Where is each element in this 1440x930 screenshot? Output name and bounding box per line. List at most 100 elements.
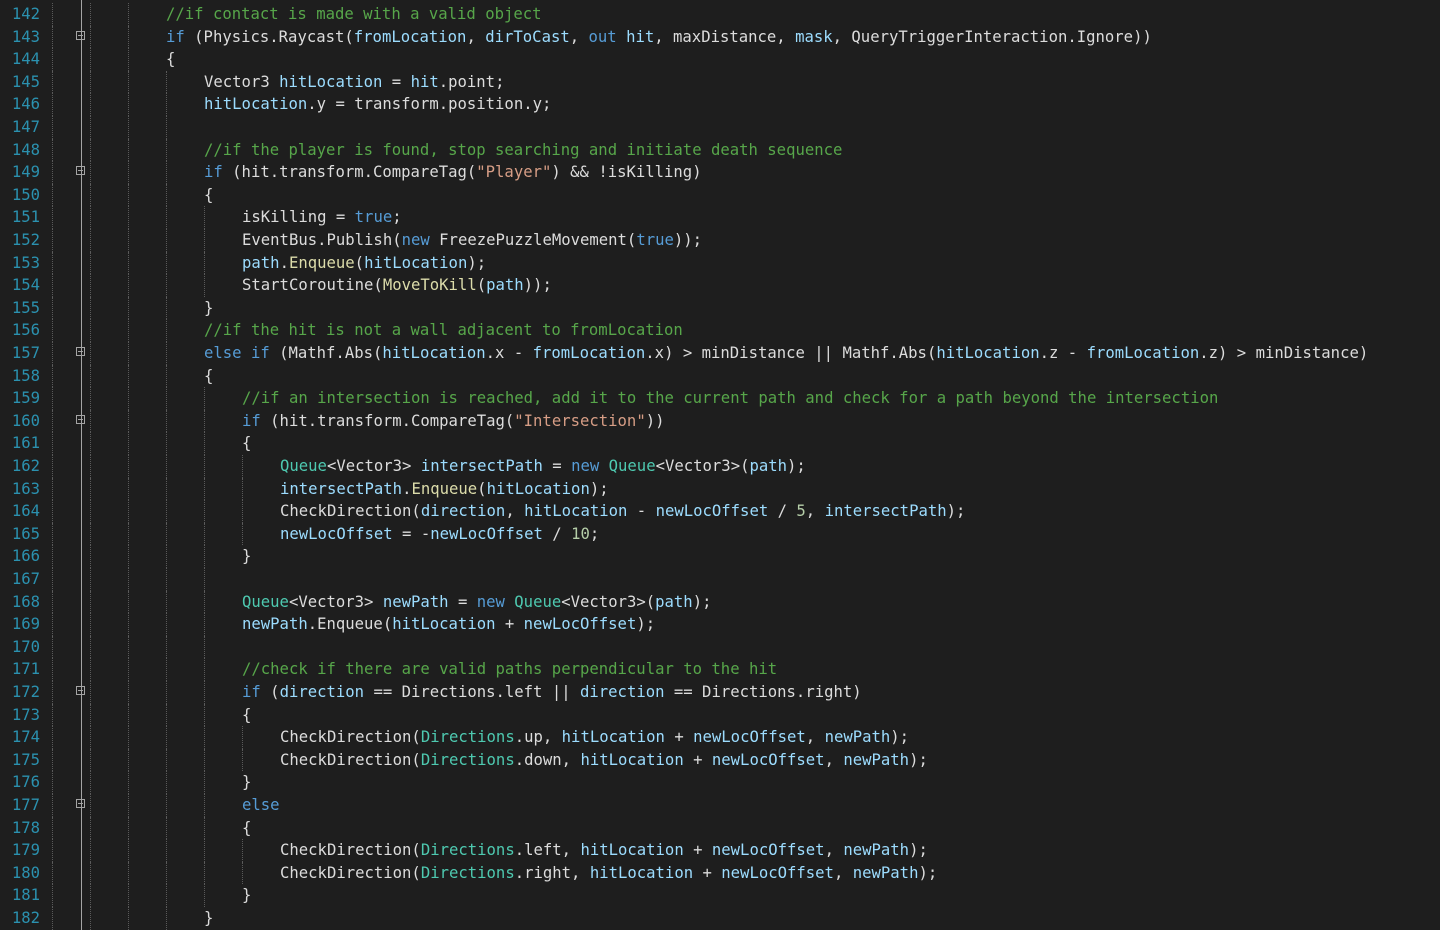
indent-guide <box>166 296 167 320</box>
indent-guide <box>128 477 129 501</box>
indent-guide <box>90 568 91 591</box>
line-number: 177 <box>11 796 40 814</box>
code-line[interactable]: 155} <box>0 296 1440 320</box>
indent-guide <box>128 522 129 546</box>
code-line[interactable]: 149 if (hit.transform.CompareTag("Player"… <box>0 161 1440 184</box>
code-line[interactable]: 163 intersectPath.Enqueue(hitLocation); <box>0 477 1440 501</box>
code-line[interactable]: 164 CheckDirection(direction, hitLocation… <box>0 500 1440 523</box>
code-token: { <box>242 705 252 724</box>
code-line[interactable]: 168 Queue<Vector3> newPath = new Queue<Ve… <box>0 590 1440 614</box>
code-line[interactable]: 172 if (direction == Directions.left || d… <box>0 681 1440 704</box>
code-text: isKilling = true; <box>242 206 402 229</box>
indent-guide <box>52 726 53 749</box>
code-line[interactable]: 159 //if an intersection is reached, add … <box>0 387 1440 410</box>
code-line[interactable]: 179 CheckDirection(Directions.left, hitLo… <box>0 839 1440 862</box>
code-line[interactable]: 175 CheckDirection(Directions.down, hitLo… <box>0 748 1440 772</box>
indent-guide <box>128 568 129 591</box>
code-editor[interactable]: 142 //if contact is made with a valid obj… <box>0 0 1440 930</box>
code-line[interactable]: 174 CheckDirection(Directions.up, hitLoca… <box>0 726 1440 749</box>
code-line[interactable]: 153 path.Enqueue(hitLocation); <box>0 251 1440 275</box>
code-token: 10 <box>571 524 590 543</box>
indent-guide <box>52 635 53 659</box>
indent-guide <box>90 364 91 388</box>
code-line[interactable]: 154 StartCoroutine(MoveToKill(path)); <box>0 274 1440 297</box>
indent-guide <box>90 432 91 455</box>
code-line[interactable]: 181} <box>0 884 1440 907</box>
code-line[interactable]: 152 EventBus.Publish(new FreezePuzzleMove… <box>0 229 1440 252</box>
indent-guide <box>166 658 167 681</box>
code-line[interactable]: 151 isKilling = true; <box>0 206 1440 229</box>
line-number: 168 <box>11 592 40 611</box>
code-line[interactable]: 150 { <box>0 183 1440 207</box>
code-line[interactable]: 171 //check if there are valid paths perp… <box>0 658 1440 681</box>
code-line[interactable]: 176} <box>0 771 1440 794</box>
code-token: + <box>693 863 722 882</box>
line-number: 170 <box>11 637 40 656</box>
code-line[interactable]: 143 if (Physics.Raycast(fromLocation, dir… <box>0 25 1440 49</box>
indent-guide <box>90 183 91 207</box>
line-number: 174 <box>11 728 40 747</box>
code-token: hitLocation <box>580 750 684 769</box>
code-text: Queue<Vector3> newPath = new Queue<Vecto… <box>242 591 711 614</box>
indent-guide <box>128 545 129 568</box>
code-line[interactable]: 177 else <box>0 794 1440 817</box>
code-line[interactable]: 161 { <box>0 432 1440 455</box>
indent-guide <box>204 590 205 614</box>
code-token: .x) > minDistance || Mathf.Abs( <box>645 344 937 362</box>
code-text: //if the player is found, stop searching… <box>204 139 842 162</box>
code-line[interactable]: 180 CheckDirection(Directions.right, hitL… <box>0 861 1440 885</box>
indent-guide <box>128 93 129 116</box>
code-line[interactable]: 145 Vector3 hitLocation = hit.point; <box>0 70 1440 94</box>
code-token: //if an intersection is reached, add it … <box>242 389 1219 408</box>
indent-guide <box>166 635 167 659</box>
indent-guide <box>90 296 91 320</box>
code-token: , <box>805 728 825 747</box>
code-line[interactable]: 157 else if (Mathf.Abs(hitLocation.x - fr… <box>0 342 1440 365</box>
code-line[interactable]: 173 { <box>0 703 1440 727</box>
code-token: hitLocation <box>279 72 383 91</box>
indent-guide <box>52 93 53 116</box>
code-token: = <box>448 592 477 611</box>
code-token: { <box>204 366 214 385</box>
code-token: + <box>495 615 524 634</box>
code-line[interactable]: 156 //if the hit is not a wall adjacent t… <box>0 319 1440 342</box>
code-token: hitLocation <box>524 502 628 521</box>
code-token: , <box>824 750 844 769</box>
code-token: newLocOffset <box>711 841 825 860</box>
indent-guide <box>90 794 91 817</box>
code-line[interactable]: 182} <box>0 907 1440 930</box>
code-token: .Enqueue( <box>307 615 393 634</box>
code-line[interactable]: 144 { <box>0 48 1440 71</box>
code-line[interactable]: 160 if (hit.transform.CompareTag("Interse… <box>0 409 1440 433</box>
line-number: 149 <box>11 163 40 182</box>
code-line[interactable]: 146 hitLocation.y = transform.position.y; <box>0 93 1440 116</box>
code-line[interactable]: 167 <box>0 568 1440 591</box>
indent-guide <box>128 342 129 365</box>
code-line[interactable]: 178 { <box>0 816 1440 840</box>
code-line[interactable]: 147 <box>0 116 1440 139</box>
code-line[interactable]: 165 newLocOffset = -newLocOffset / 10; <box>0 522 1440 546</box>
indent-guide <box>128 703 129 727</box>
code-text: { <box>166 48 175 71</box>
indent-guide <box>90 387 91 410</box>
indent-guide <box>128 229 129 252</box>
indent-guide <box>204 726 205 749</box>
indent-guide <box>166 907 167 930</box>
code-line[interactable]: 170 <box>0 635 1440 659</box>
code-line[interactable]: 142 //if contact is made with a valid obj… <box>0 3 1440 26</box>
code-token: { <box>204 185 214 204</box>
code-line[interactable]: 162 Queue<Vector3> intersectPath = new Qu… <box>0 455 1440 478</box>
indent-guide <box>128 116 129 139</box>
code-line[interactable]: 158 { <box>0 364 1440 388</box>
code-token: .right, <box>514 863 590 882</box>
indent-guide <box>166 613 167 636</box>
code-token: , <box>569 27 589 46</box>
indent-guide <box>204 771 205 794</box>
code-token: <Vector3>( <box>655 457 750 475</box>
code-line[interactable]: 169 newPath.Enqueue(hitLocation + newLocO… <box>0 613 1440 636</box>
code-token: CheckDirection( <box>280 502 421 521</box>
code-line[interactable]: 148 //if the player is found, stop search… <box>0 138 1440 162</box>
indent-guide <box>52 48 53 71</box>
code-line[interactable]: 166} <box>0 545 1440 568</box>
